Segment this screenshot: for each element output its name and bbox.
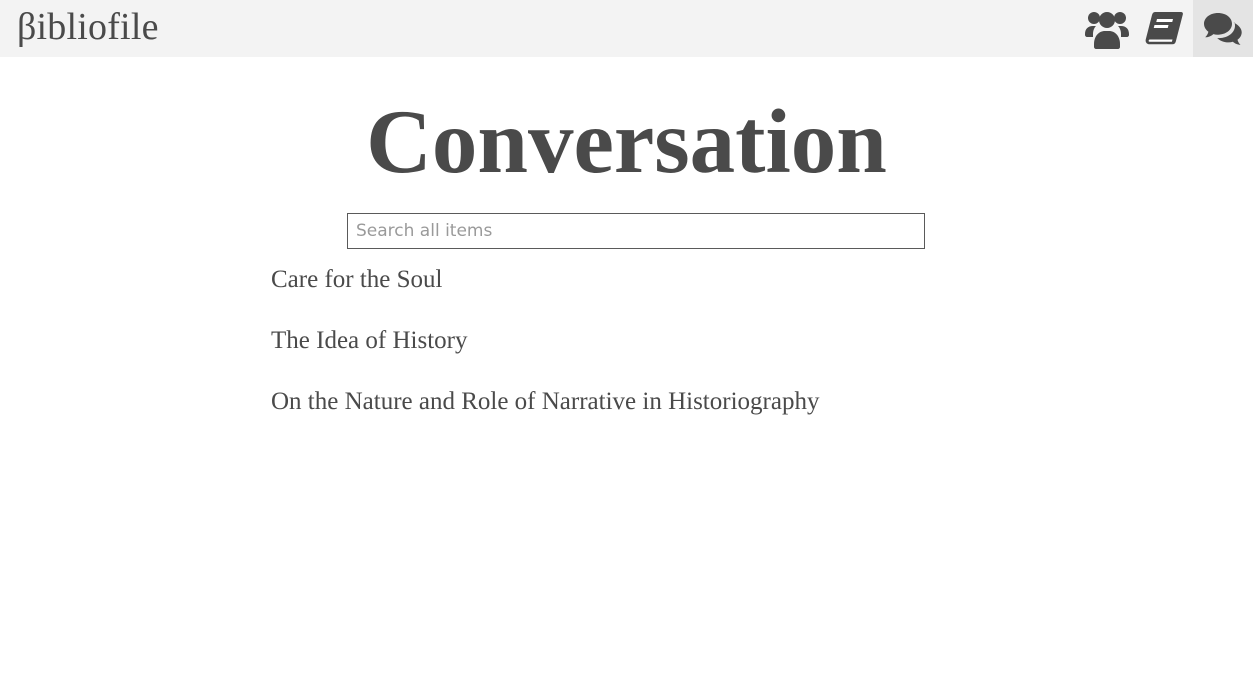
book-icon <box>1145 11 1183 47</box>
brand-logo-link[interactable]: βibliofile <box>17 5 159 49</box>
comments-icon <box>1203 12 1243 46</box>
nav-users-button[interactable] <box>1080 0 1134 57</box>
conversation-item-list: Care for the Soul The Idea of History On… <box>271 262 819 445</box>
list-item[interactable]: The Idea of History <box>271 323 819 384</box>
nav-books-button[interactable] <box>1137 0 1191 57</box>
page-title: Conversation <box>366 91 887 192</box>
list-item[interactable]: Care for the Soul <box>271 262 819 323</box>
list-item[interactable]: On the Nature and Role of Narrative in H… <box>271 384 819 445</box>
users-icon <box>1085 9 1129 49</box>
top-navbar: βibliofile <box>0 0 1253 57</box>
search-input[interactable] <box>347 213 925 249</box>
nav-conversations-button[interactable] <box>1193 0 1253 57</box>
